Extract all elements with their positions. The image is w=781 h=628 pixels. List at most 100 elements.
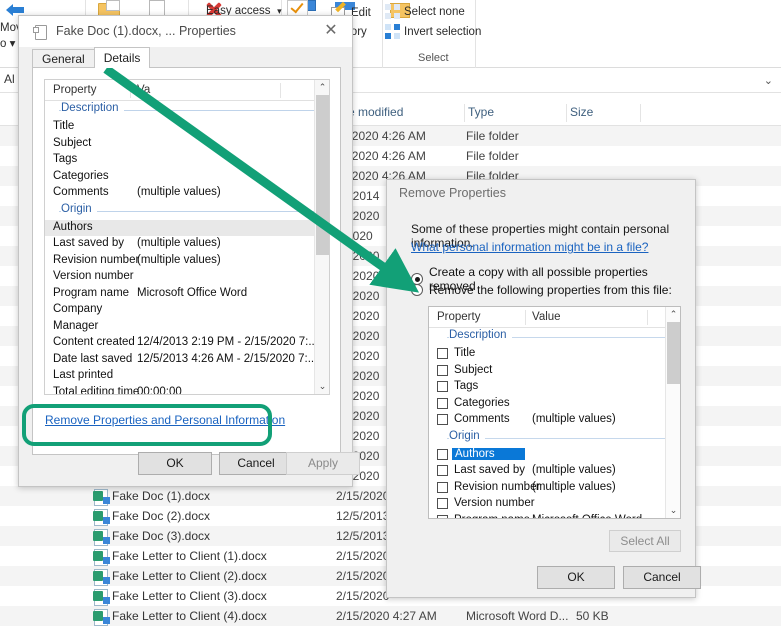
property-name: Subject [454, 364, 492, 376]
details-rows: Description Title Subject Tags Categories Com… [45, 101, 329, 395]
checkbox[interactable] [437, 381, 448, 392]
property-row[interactable]: Last saved by (multiple values) [429, 463, 680, 480]
property-value: (multiple values) [137, 237, 221, 249]
scrollbar-thumb[interactable] [316, 95, 329, 255]
checkbox[interactable] [437, 482, 448, 493]
details-header-property: Property [53, 84, 96, 96]
property-row[interactable]: Version number [45, 269, 329, 286]
property-row[interactable]: Date last saved 12/5/2013 4:26 AM - 2/15/… [45, 352, 329, 369]
property-name: Comments [53, 186, 109, 198]
property-row[interactable]: Revision number (multiple values) [45, 253, 329, 270]
word-document-icon [94, 609, 108, 624]
property-name: Last saved by [454, 464, 525, 476]
property-row[interactable]: Comments (multiple values) [429, 412, 680, 429]
properties-dialog-title: Fake Doc (1).docx, ... Properties [56, 24, 236, 38]
checkbox[interactable] [437, 398, 448, 409]
details-property-list[interactable]: Property Va Description Title Subject Tags C… [44, 79, 330, 395]
property-row[interactable]: Content created 12/4/2013 2:19 PM - 2/15/… [45, 335, 329, 352]
radio-remove-following[interactable]: Remove the following properties from thi… [411, 283, 672, 297]
tab-details[interactable]: Details [94, 47, 151, 68]
property-row[interactable]: Total editing time 00:00:00 [45, 385, 329, 396]
close-icon[interactable]: ✕ [318, 20, 344, 42]
property-group-label: Origin [449, 430, 485, 442]
property-name: Tags [454, 380, 478, 392]
screenshot-root: Mov o ▾ Easy access ▾ [0, 0, 781, 628]
file-date-modified: 2/15/2020 4:27 AM [336, 609, 437, 623]
table-row[interactable]: Fake Letter to Client (4).docx 2/15/2020 … [0, 606, 781, 626]
property-row[interactable]: Revision number (multiple values) [429, 480, 680, 497]
apply-button[interactable]: Apply [286, 452, 360, 475]
property-row[interactable]: Version number [429, 496, 680, 513]
tab-general[interactable]: General [32, 49, 95, 68]
remove-property-list[interactable]: Property Value Description Title Subject Ta… [428, 306, 681, 519]
checkbox[interactable] [437, 465, 448, 476]
properties-dialog-titlebar[interactable]: Fake Doc (1).docx, ... Properties ✕ [19, 16, 352, 47]
ribbon-invert-selection[interactable]: Invert selection [385, 24, 481, 39]
property-group-label: Description [449, 329, 512, 341]
checkbox[interactable] [437, 365, 448, 376]
property-row[interactable]: Categories [45, 169, 329, 186]
property-row[interactable]: Manager [45, 319, 329, 336]
scrollbar-thumb[interactable] [667, 322, 680, 384]
scroll-down-icon[interactable]: ⌄ [315, 379, 330, 394]
property-value: Microsoft Office Word [137, 287, 247, 299]
property-row[interactable]: Last printed [45, 368, 329, 385]
property-value: (multiple values) [137, 254, 221, 266]
properties-window-icon [33, 24, 47, 39]
property-row[interactable]: Tags [429, 379, 680, 396]
property-row[interactable]: Subject [45, 136, 329, 153]
details-header-value: Va [137, 84, 150, 96]
checkbox[interactable] [437, 515, 448, 520]
remove-cancel-button[interactable]: Cancel [623, 566, 701, 589]
invert-selection-label: Invert selection [404, 26, 481, 38]
ribbon-group-label-select: Select [418, 52, 449, 64]
scroll-up-icon[interactable]: ⌃ [315, 80, 330, 95]
header-divider [525, 310, 526, 325]
property-row[interactable]: Authors [45, 220, 329, 237]
move-to-label-line2: o ▾ [0, 38, 15, 50]
what-personal-information-link[interactable]: What personal information might be in a … [411, 240, 648, 254]
property-value: 00:00:00 [137, 386, 182, 396]
scroll-down-icon[interactable]: ⌄ [666, 503, 681, 518]
property-row[interactable]: Tags [45, 152, 329, 169]
property-row[interactable]: Company [45, 302, 329, 319]
checkbox[interactable] [437, 348, 448, 359]
property-row[interactable]: Title [429, 346, 680, 363]
scroll-up-icon[interactable]: ⌃ [666, 307, 681, 322]
checkbox[interactable] [437, 449, 448, 460]
cancel-button[interactable]: Cancel [219, 452, 293, 475]
file-name: Fake Doc (1).docx [112, 489, 210, 503]
property-name: Categories [454, 397, 510, 409]
ok-button[interactable]: OK [138, 452, 212, 475]
edit-label: Edit [351, 7, 371, 19]
property-row[interactable]: Categories [429, 396, 680, 413]
word-document-icon [94, 569, 108, 584]
property-row[interactable]: Program nameMicrosoft Office Word [45, 286, 329, 303]
radio-remove-following-indicator[interactable] [411, 284, 423, 296]
property-value: 12/5/2013 4:26 AM - 2/15/2020 7:... [137, 353, 317, 365]
property-name: Revision number [454, 481, 540, 493]
remove-list-scrollbar[interactable]: ⌃ ⌄ [665, 307, 680, 518]
details-scrollbar[interactable]: ⌃ ⌄ [314, 80, 329, 394]
file-date-modified: 2/15/2020 [336, 589, 389, 603]
remove-ok-button[interactable]: OK [537, 566, 615, 589]
property-name: Total editing time [53, 386, 139, 396]
checkbox[interactable] [437, 414, 448, 425]
property-row[interactable]: Title [45, 119, 329, 136]
column-header-size[interactable]: Size [570, 105, 593, 119]
property-row[interactable]: Subject [429, 363, 680, 380]
property-row[interactable]: Last saved by (multiple values) [45, 236, 329, 253]
column-header-type[interactable]: Type [468, 105, 494, 119]
file-size: 50 KB [576, 609, 609, 623]
select-all-button[interactable]: Select All [609, 530, 681, 552]
ribbon-select-none[interactable]: Select none [385, 4, 465, 19]
address-bar-chevron-icon[interactable]: ⌄ [764, 74, 773, 87]
remove-dialog-titlebar[interactable]: Remove Properties [387, 180, 695, 207]
property-row[interactable]: Comments (multiple values) [45, 185, 329, 202]
checkbox[interactable] [437, 498, 448, 509]
property-row[interactable]: Authors [429, 447, 680, 464]
select-none-icon [385, 4, 400, 19]
property-name: Last printed [53, 369, 113, 381]
property-row[interactable]: Program nameMicrosoft Office Word [429, 513, 680, 520]
property-name: Authors [53, 221, 93, 233]
